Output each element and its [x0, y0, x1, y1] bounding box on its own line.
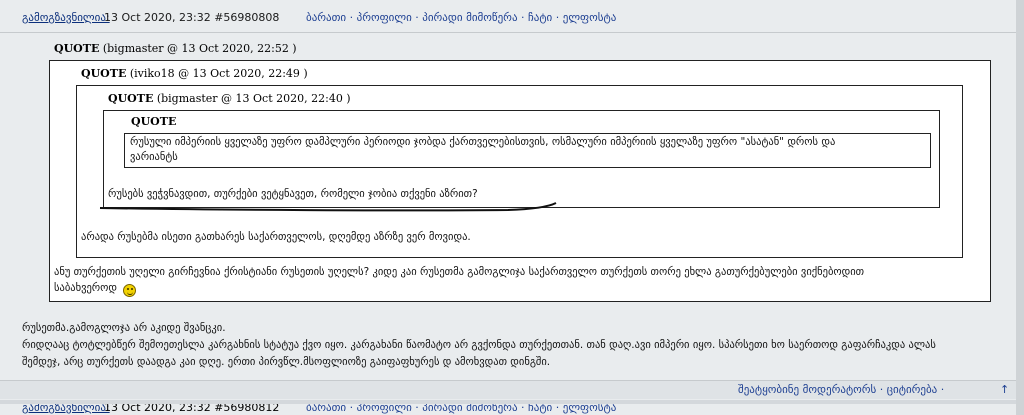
- quote-3-label: QUOTE: [108, 92, 154, 105]
- quote-4-box: რუსული იმპერიის ყველაზე უფრო დამპლური პე…: [124, 133, 931, 168]
- quote-4-text-line-2: ვარიანტს: [130, 151, 178, 163]
- quote-4-text-line-1: რუსული იმპერიის ყველაზე უფრო დამპლური პე…: [130, 136, 836, 148]
- quote-1-box: QUOTE (iviko18 @ 13 Oct 2020, 22:49 ) QU…: [49, 60, 991, 302]
- scroll-top-icon[interactable]: ↑: [1000, 381, 1009, 399]
- quote-1-label: QUOTE: [54, 42, 100, 55]
- quote-1-source: (bigmaster @ 13 Oct 2020, 22:52 ): [102, 42, 297, 55]
- quote-1-text-line-1: ანუ თურქეთის უღელი გირჩევნია ქრისტიანი რ…: [54, 266, 865, 278]
- post-header: გამოგზავნილია: 13 Oct 2020, 23:32 #56980…: [0, 8, 1016, 28]
- post-meta: 13 Oct 2020, 23:32 #56980808: [104, 11, 280, 24]
- quote-2-title: QUOTE (iviko18 @ 13 Oct 2020, 22:49 ): [81, 67, 308, 80]
- header-divider: [0, 32, 1016, 33]
- next-post-header: გამოგზავნილია: 13 Oct 2020, 23:32 #56980…: [0, 404, 1024, 415]
- quote-2-label: QUOTE: [81, 67, 127, 80]
- next-post-meta: 13 Oct 2020, 23:32 #56980812: [104, 404, 280, 414]
- next-post-author-link[interactable]: გამოგზავნილია:: [22, 404, 110, 415]
- next-post-action-links[interactable]: ბარათი · პროფილი · პირადი მიმოწერა · ჩატ…: [306, 404, 616, 415]
- quote-1-title: QUOTE (bigmaster @ 13 Oct 2020, 22:52 ): [54, 42, 297, 55]
- post-body-line-2: რიდღააც ტოტლებწერ შემოეთესლა კარგახნის ს…: [22, 339, 936, 351]
- post-author-link[interactable]: გამოგზავნილია:: [22, 8, 110, 28]
- post-body-line-1: რუსეთმა.გამოგლოჯა არ აკიდე შვანცკი.: [22, 322, 226, 334]
- quote-2-text: არადა რუსებმა ისეთი გათხარეს საქართველოს…: [81, 231, 471, 243]
- quote-1-text-line-2: საბახვეროდ: [54, 282, 117, 294]
- handwritten-underline: [99, 202, 557, 212]
- post-footer: შეატყობინე მოდერატორს · ციტირება · ↑: [0, 380, 1016, 399]
- page-scrollbar[interactable]: [1016, 0, 1024, 415]
- smiley-icon: [123, 284, 136, 297]
- quote-4-title: QUOTE: [131, 115, 176, 128]
- post-action-links[interactable]: ბარათი · პროფილი · პირადი მიმოწერა · ჩატ…: [306, 8, 616, 28]
- quote-3-source: (bigmaster @ 13 Oct 2020, 22:40 ): [156, 92, 351, 105]
- forum-post: გამოგზავნილია: 13 Oct 2020, 23:32 #56980…: [0, 0, 1016, 400]
- quote-3-title: QUOTE (bigmaster @ 13 Oct 2020, 22:40 ): [108, 92, 351, 105]
- quote-3-text: რუსებს ვეჭვნავდით, თურქები ვეტყნავეთ, რო…: [108, 188, 478, 200]
- quote-4-label: QUOTE: [131, 115, 177, 128]
- quote-3-box: QUOTE რუსული იმპერიის ყველაზე უფრო დამპლ…: [103, 110, 940, 208]
- footer-action-links[interactable]: შეატყობინე მოდერატორს · ციტირება ·: [738, 381, 944, 399]
- quote-2-box: QUOTE (bigmaster @ 13 Oct 2020, 22:40 ) …: [76, 85, 963, 258]
- quote-2-source: (iviko18 @ 13 Oct 2020, 22:49 ): [129, 67, 308, 80]
- post-body-line-3: შემდეჯ, არც თურქეთს დაადგა კაი დღე. ერთი…: [22, 356, 551, 368]
